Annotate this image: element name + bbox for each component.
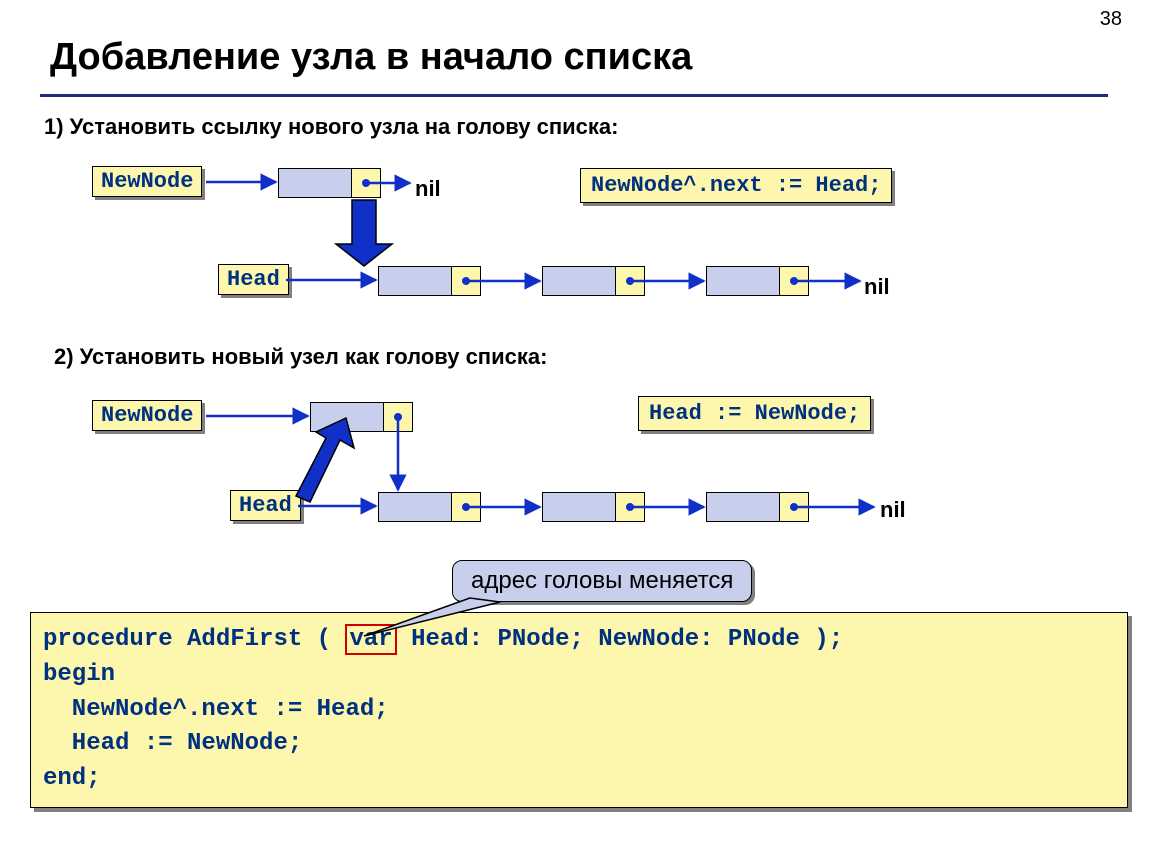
label-head-2: Head <box>230 490 301 521</box>
callout-address-changes: адрес головы меняется <box>452 560 752 602</box>
proc-l5: end; <box>43 765 101 792</box>
d2-n3 <box>706 492 809 522</box>
d2-n2 <box>542 492 645 522</box>
slide-title: Добавление узла в начало списка <box>50 36 692 79</box>
d1-newnode <box>278 168 381 198</box>
d2-newnode <box>310 402 413 432</box>
step2-heading: 2) Установить новый узел как голову спис… <box>54 344 547 370</box>
nil-label-1b: nil <box>864 274 890 300</box>
proc-l1b: Head: PNode; NewNode: PNode ); <box>397 626 843 653</box>
step1-heading: 1) Установить ссылку нового узла на голо… <box>44 114 618 140</box>
d1-n2 <box>542 266 645 296</box>
code-newnode-next: NewNode^.next := Head; <box>580 168 892 203</box>
label-newnode-1: NewNode <box>92 166 202 197</box>
d2-n1 <box>378 492 481 522</box>
proc-l1a: procedure AddFirst ( <box>43 626 345 653</box>
d1-n3 <box>706 266 809 296</box>
nil-label-2: nil <box>880 497 906 523</box>
proc-l4: Head := NewNode; <box>43 730 302 757</box>
code-head-assign: Head := NewNode; <box>638 396 871 431</box>
proc-var-keyword: var <box>345 624 396 655</box>
nil-label-1a: nil <box>415 176 441 202</box>
d1-n1 <box>378 266 481 296</box>
label-newnode-2: NewNode <box>92 400 202 431</box>
page-number: 38 <box>1100 8 1122 31</box>
procedure-code: procedure AddFirst ( var Head: PNode; Ne… <box>30 612 1128 808</box>
label-head-1: Head <box>218 264 289 295</box>
proc-l2: begin <box>43 661 115 688</box>
title-underline <box>40 94 1108 97</box>
proc-l3: NewNode^.next := Head; <box>43 696 389 723</box>
